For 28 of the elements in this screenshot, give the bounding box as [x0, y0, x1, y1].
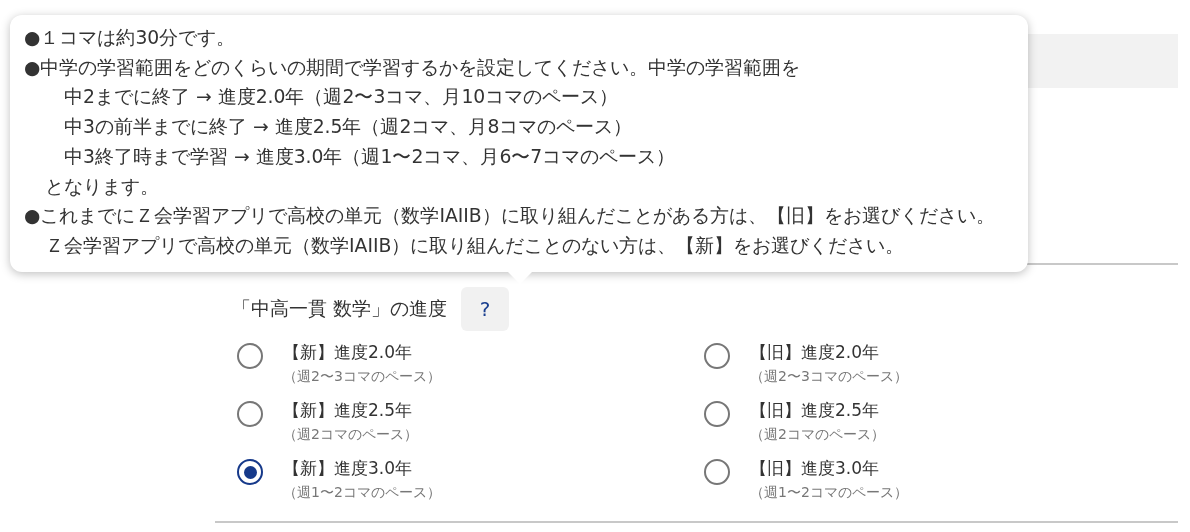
tooltip-text: 中2までに終了 → 進度2.0年（週2〜3コマ、月10コマのペース） [63, 85, 620, 110]
tooltip-text: ●これまでにＺ会学習アプリで高校の単元（数学IAIIB）に取り組んだことがある方は、【旧】をお選びください。 [24, 204, 996, 229]
option-note: （週2〜3コマのペース） [283, 368, 441, 386]
radio-button[interactable] [237, 459, 263, 485]
option-note: （週2コマのペース） [750, 426, 885, 444]
radio-button[interactable] [237, 401, 263, 427]
tooltip-text: Ｚ会学習アプリで高校の単元（数学IAIIB）に取り組んだことのない方は、【新】をお選びください。 [44, 233, 906, 258]
radio-button[interactable] [704, 459, 730, 485]
tooltip-text: ●中学の学習範囲をどのくらいの期間で学習するかを設定してください。中学の学習範囲を [24, 55, 802, 80]
tooltip-text: 中3終了時まで学習 → 進度3.0年（週1〜2コマ、月6〜7コマのペース） [63, 144, 677, 169]
option-note: （週1〜2コマのペース） [750, 484, 908, 502]
radio-button[interactable] [704, 401, 730, 427]
option-note: （週1〜2コマのペース） [283, 484, 441, 502]
radio-button[interactable] [704, 343, 730, 369]
tooltip-text: となります。 [44, 174, 160, 199]
option-note: （週2〜3コマのペース） [750, 368, 908, 386]
option-note: （週2コマのペース） [283, 426, 418, 444]
tooltip-text: 中3の前半までに終了 → 進度2.5年（週2コマ、月8コマのペース） [63, 115, 634, 140]
help-button[interactable]: ? [461, 287, 510, 331]
option-label: 【旧】進度2.5年 [750, 399, 880, 422]
option-label: 【新】進度3.0年 [283, 457, 413, 480]
option-label: 【新】進度2.5年 [283, 399, 413, 422]
option-label: 【新】進度2.0年 [283, 341, 413, 364]
radio-button[interactable] [237, 343, 263, 369]
option-label: 【旧】進度2.0年 [750, 341, 880, 364]
tooltip-text: ●１コマは約30分です。 [24, 26, 237, 50]
section-title: 「中高一貫 数学」の進度 [232, 296, 448, 321]
option-label: 【旧】進度3.0年 [750, 457, 880, 480]
